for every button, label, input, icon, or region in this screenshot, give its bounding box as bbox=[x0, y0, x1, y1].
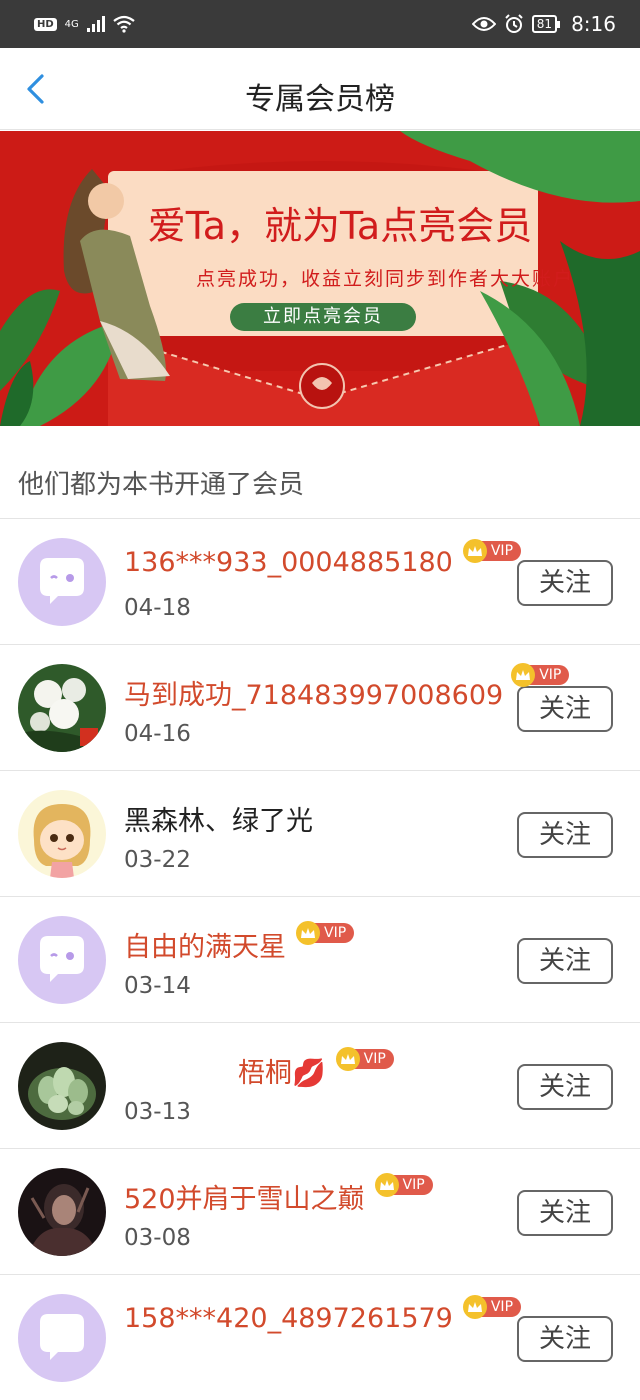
follow-button[interactable]: 关注 bbox=[517, 686, 613, 732]
member-name[interactable]: 自由的满天星 VIP bbox=[124, 920, 355, 964]
member-name[interactable]: 梧桐💋 VIP bbox=[238, 1046, 394, 1090]
list-item[interactable]: 自由的满天星 VIP 03-14 关注 bbox=[0, 896, 640, 1022]
avatar[interactable] bbox=[18, 538, 106, 626]
avatar[interactable] bbox=[18, 790, 106, 878]
light-up-vip-button[interactable]: 立即点亮会员 bbox=[230, 303, 416, 331]
avatar[interactable] bbox=[18, 1294, 106, 1382]
vip-badge: VIP bbox=[511, 662, 570, 687]
member-date: 03-22 bbox=[124, 847, 191, 873]
member-name-text: 158***420_4897261579 bbox=[124, 1303, 453, 1334]
follow-button[interactable]: 关注 bbox=[517, 938, 613, 984]
member-name[interactable]: 520并肩于雪山之巅 VIP bbox=[124, 1172, 433, 1216]
crown-icon bbox=[462, 538, 487, 563]
vip-badge: VIP bbox=[374, 1172, 433, 1197]
vip-badge: VIP bbox=[462, 538, 522, 563]
member-date: 04-16 bbox=[124, 721, 191, 747]
list-item[interactable]: 梧桐💋 VIP 03-13 关注 bbox=[0, 1022, 640, 1148]
vip-badge: VIP bbox=[335, 1046, 394, 1071]
crown-icon bbox=[335, 1046, 360, 1071]
alarm-icon bbox=[505, 14, 523, 33]
crown-icon bbox=[374, 1172, 399, 1197]
list-item[interactable]: 520并肩于雪山之巅 VIP 03-08 关注 bbox=[0, 1148, 640, 1274]
battery-icon: 81 bbox=[531, 15, 561, 33]
crown-icon bbox=[462, 1294, 487, 1319]
list-item[interactable]: 136***933_0004885180 VIP 04-18 关注 bbox=[0, 518, 640, 644]
follow-button[interactable]: 关注 bbox=[517, 1316, 613, 1362]
member-date: 03-14 bbox=[124, 973, 191, 999]
member-list: 136***933_0004885180 VIP 04-18 关注 马到成功_7… bbox=[0, 518, 640, 1400]
member-name[interactable]: 马到成功_718483997008609 VIP bbox=[124, 662, 570, 712]
follow-button[interactable]: 关注 bbox=[517, 812, 613, 858]
follow-button[interactable]: 关注 bbox=[517, 1190, 613, 1236]
member-name[interactable]: 158***420_4897261579 VIP bbox=[124, 1294, 522, 1334]
follow-button[interactable]: 关注 bbox=[517, 1064, 613, 1110]
section-title: 他们都为本书开通了会员 bbox=[18, 470, 305, 500]
eye-icon bbox=[471, 17, 496, 31]
clock: 8:16 bbox=[571, 12, 616, 36]
signal-icon bbox=[86, 16, 105, 32]
list-item[interactable]: 158***420_4897261579 VIP 关注 bbox=[0, 1274, 640, 1400]
member-name-text: 自由的满天星 bbox=[124, 932, 286, 963]
nav-header: 专属会员榜 bbox=[0, 48, 640, 130]
member-name-text: 136***933_0004885180 bbox=[124, 547, 453, 578]
member-name[interactable]: 黑森林、绿了光 bbox=[124, 799, 313, 838]
member-name-text: 520并肩于雪山之巅 bbox=[124, 1184, 365, 1215]
member-name-text: 马到成功_718483997008609 bbox=[124, 680, 504, 711]
crown-icon bbox=[296, 920, 320, 945]
status-bar: HD 4G 81 8:16 bbox=[0, 0, 640, 48]
vip-badge: VIP bbox=[296, 920, 355, 945]
vip-promo-banner[interactable]: 爱Ta，就为Ta点亮会员 点亮成功，收益立刻同步到作者大大账户 立即点亮会员 bbox=[0, 131, 640, 426]
banner-headline: 爱Ta，就为Ta点亮会员 bbox=[147, 204, 533, 248]
page-title: 专属会员榜 bbox=[245, 82, 395, 117]
banner-subline: 点亮成功，收益立刻同步到作者大大账户 bbox=[195, 268, 574, 290]
member-date: 04-18 bbox=[124, 595, 191, 621]
list-item[interactable]: 黑森林、绿了光 03-22 关注 bbox=[0, 770, 640, 896]
status-left: HD 4G bbox=[34, 15, 135, 33]
network-type: 4G bbox=[64, 18, 79, 30]
member-date: 03-13 bbox=[124, 1099, 191, 1125]
avatar[interactable] bbox=[18, 1042, 106, 1130]
vip-badge: VIP bbox=[462, 1294, 522, 1319]
status-right: 81 8:16 bbox=[471, 12, 616, 36]
avatar[interactable] bbox=[18, 1168, 106, 1256]
member-name[interactable]: 136***933_0004885180 VIP bbox=[124, 538, 522, 578]
follow-button[interactable]: 关注 bbox=[517, 560, 613, 606]
member-name-text: 黑森林、绿了光 bbox=[124, 806, 313, 837]
hd-icon: HD bbox=[34, 17, 57, 31]
wifi-icon bbox=[113, 15, 135, 33]
avatar[interactable] bbox=[18, 916, 106, 1004]
member-name-text: 梧桐💋 bbox=[238, 1058, 326, 1089]
crown-icon bbox=[511, 662, 536, 687]
list-item[interactable]: 马到成功_718483997008609 VIP 04-16 关注 bbox=[0, 644, 640, 770]
avatar[interactable] bbox=[18, 664, 106, 752]
member-date: 03-08 bbox=[124, 1225, 191, 1251]
